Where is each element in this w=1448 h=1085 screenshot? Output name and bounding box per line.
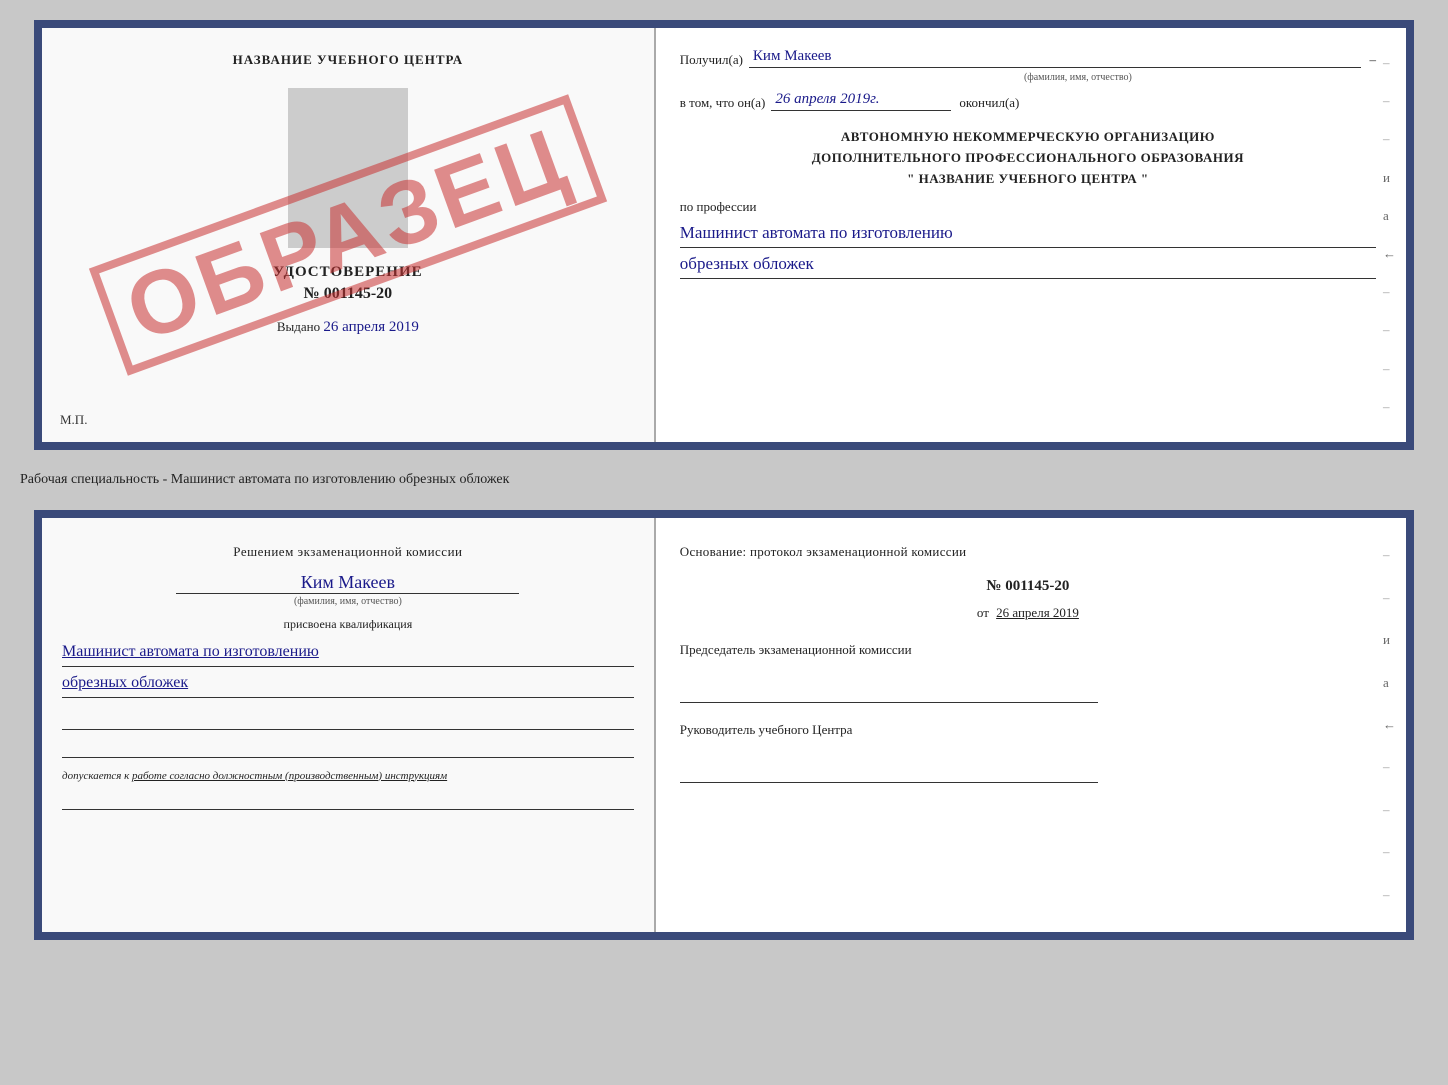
date-value: 26 апреля 2019г. bbox=[775, 91, 879, 108]
protocol-date: от 26 апреля 2019 bbox=[680, 605, 1376, 621]
margin-lines-top: – – – и а ← – – – – bbox=[1383, 28, 1396, 442]
org-block: АВТОНОМНУЮ НЕКОММЕРЧЕСКУЮ ОРГАНИЗАЦИЮ ДО… bbox=[680, 127, 1376, 189]
head-sig-line bbox=[680, 763, 1098, 783]
blank-line-1 bbox=[62, 710, 634, 730]
issued-date-value: 26 апреля 2019 bbox=[323, 319, 419, 335]
bottom-name: Ким Макеев bbox=[62, 572, 634, 593]
bottom-right-content: Основание: протокол экзаменационной коми… bbox=[680, 542, 1376, 783]
qualification-value1: Машинист автомата по изготовлению bbox=[62, 640, 634, 667]
issued-label: Выдано bbox=[277, 319, 320, 334]
admission-text: допускается к работе согласно должностны… bbox=[62, 768, 634, 785]
protocol-date-value: 26 апреля 2019 bbox=[996, 605, 1079, 620]
bottom-doc-left: Решением экзаменационной комиссии Ким Ма… bbox=[42, 518, 656, 932]
recipient-sub: (фамилия, имя, отчество) bbox=[780, 72, 1376, 83]
profession-value2: обрезных обложек bbox=[680, 252, 1376, 279]
chairman-sig-line bbox=[680, 683, 1098, 703]
head-label: Руководитель учебного Центра bbox=[680, 721, 1376, 739]
name-sub: (фамилия, имя, отчество) bbox=[62, 596, 634, 607]
mp-label: М.П. bbox=[60, 412, 87, 428]
cert-number: № 001145-20 bbox=[62, 285, 634, 303]
bottom-document: Решением экзаменационной комиссии Ким Ма… bbox=[34, 510, 1414, 940]
description-text: Рабочая специальность - Машинист автомат… bbox=[20, 466, 509, 494]
received-row: Получил(а) Ким Макеев – bbox=[680, 52, 1376, 68]
decision-title: Решением экзаменационной комиссии bbox=[62, 542, 634, 562]
qualification-value2: обрезных обложек bbox=[62, 671, 634, 698]
received-label: Получил(а) bbox=[680, 52, 743, 68]
cert-label: УДОСТОВЕРЕНИЕ bbox=[62, 264, 634, 281]
photo-placeholder bbox=[288, 88, 408, 248]
bottom-doc-right: Основание: протокол экзаменационной коми… bbox=[656, 518, 1406, 932]
admission-label: допускается к bbox=[62, 770, 129, 782]
bottom-left-content: Решением экзаменационной комиссии Ким Ма… bbox=[62, 542, 634, 810]
org-line2: ДОПОЛНИТЕЛЬНОГО ПРОФЕССИОНАЛЬНОГО ОБРАЗО… bbox=[680, 148, 1376, 169]
recipient-name: Ким Макеев bbox=[753, 48, 832, 65]
top-doc-left: НАЗВАНИЕ УЧЕБНОГО ЦЕНТРА ОБРАЗЕЦ УДОСТОВ… bbox=[42, 28, 656, 442]
date-row: в том, что он(а) 26 апреля 2019г. окончи… bbox=[680, 95, 1376, 111]
admission-underline: работе согласно должностным (производств… bbox=[132, 770, 447, 782]
top-doc-right: Получил(а) Ким Макеев – (фамилия, имя, о… bbox=[656, 28, 1406, 442]
blank-line-2 bbox=[62, 738, 634, 758]
recipient-name-line: Ким Макеев bbox=[749, 67, 1362, 68]
date-prefix: от bbox=[977, 605, 989, 620]
org-line1: АВТОНОМНУЮ НЕКОММЕРЧЕСКУЮ ОРГАНИЗАЦИЮ bbox=[680, 127, 1376, 148]
name-underline bbox=[176, 593, 519, 594]
chairman-label: Председатель экзаменационной комиссии bbox=[680, 641, 1376, 659]
qualification-label: присвоена квалификация bbox=[62, 617, 634, 632]
protocol-number: № 001145-20 bbox=[680, 578, 1376, 595]
top-document: НАЗВАНИЕ УЧЕБНОГО ЦЕНТРА ОБРАЗЕЦ УДОСТОВ… bbox=[34, 20, 1414, 450]
issued-date: Выдано 26 апреля 2019 bbox=[62, 319, 634, 336]
margin-lines-bottom: – – и а ← – – – – bbox=[1383, 518, 1396, 932]
dash: – bbox=[1369, 52, 1376, 68]
chairman-block: Председатель экзаменационной комиссии bbox=[680, 641, 1376, 703]
school-name-top: НАЗВАНИЕ УЧЕБНОГО ЦЕНТРА bbox=[62, 52, 634, 68]
date-label: в том, что он(а) bbox=[680, 95, 766, 111]
basis-title: Основание: протокол экзаменационной коми… bbox=[680, 542, 1376, 562]
profession-block: по профессии Машинист автомата по изгото… bbox=[680, 199, 1376, 279]
org-line3: " НАЗВАНИЕ УЧЕБНОГО ЦЕНТРА " bbox=[680, 169, 1376, 190]
blank-line-3 bbox=[62, 790, 634, 810]
finished-label: окончил(а) bbox=[959, 95, 1019, 111]
head-block: Руководитель учебного Центра bbox=[680, 721, 1376, 783]
date-field-line: 26 апреля 2019г. bbox=[771, 110, 951, 111]
profession-value1: Машинист автомата по изготовлению bbox=[680, 221, 1376, 248]
profession-label: по профессии bbox=[680, 199, 1376, 215]
